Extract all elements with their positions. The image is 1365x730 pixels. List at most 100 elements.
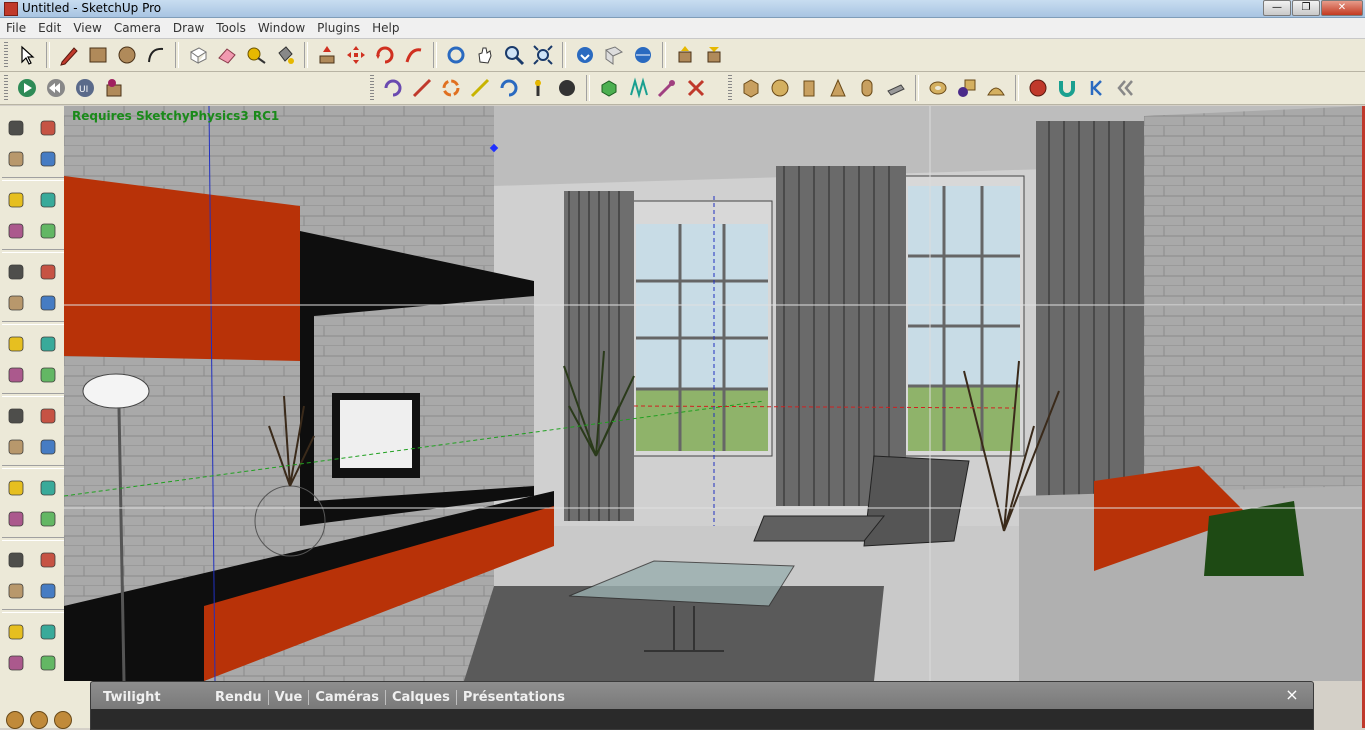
joint-connector-icon[interactable]: [101, 75, 127, 101]
ball-icon[interactable]: [554, 75, 580, 101]
rotate-icon[interactable]: [372, 42, 398, 68]
scale-icon[interactable]: [2, 361, 30, 388]
rotate-icon[interactable]: [2, 330, 30, 357]
purple-shape-icon[interactable]: [954, 75, 980, 101]
make-component-icon[interactable]: [34, 114, 62, 141]
push-pull-icon[interactable]: [314, 42, 340, 68]
pencil-icon[interactable]: [56, 42, 82, 68]
offset-icon[interactable]: [34, 361, 62, 388]
protractor-icon[interactable]: [2, 433, 30, 460]
eraser-icon[interactable]: [34, 145, 62, 172]
polygon-icon[interactable]: [2, 258, 30, 285]
3d-text-icon[interactable]: [34, 474, 62, 501]
wedge-icon[interactable]: [883, 75, 909, 101]
zoom-extents-icon[interactable]: [530, 42, 556, 68]
menu-tools[interactable]: Tools: [210, 21, 252, 35]
toolbar-grip[interactable]: [370, 75, 374, 101]
pin-icon[interactable]: [525, 75, 551, 101]
minimize-button[interactable]: —: [1263, 0, 1291, 16]
toolbar-grip[interactable]: [728, 75, 732, 101]
spring-icon[interactable]: [625, 75, 651, 101]
share-model-icon[interactable]: [601, 42, 627, 68]
pan-icon[interactable]: [34, 505, 62, 532]
toolbar-grip[interactable]: [4, 42, 8, 68]
zoom-icon[interactable]: [2, 546, 30, 573]
torus-icon[interactable]: [925, 75, 951, 101]
menu-file[interactable]: File: [0, 21, 32, 35]
capsule-icon[interactable]: [854, 75, 880, 101]
pencil-icon[interactable]: [34, 186, 62, 213]
double-back-icon[interactable]: [1112, 75, 1138, 101]
tab-vue[interactable]: Vue: [269, 689, 310, 705]
section-plane-icon[interactable]: [34, 649, 62, 676]
sphere-icon[interactable]: [767, 75, 793, 101]
close-window-button[interactable]: ✕: [1321, 0, 1363, 16]
select-icon[interactable]: [2, 114, 30, 141]
cross-icon[interactable]: [683, 75, 709, 101]
push-pull-icon[interactable]: [34, 289, 62, 316]
rewind-icon[interactable]: [43, 75, 69, 101]
tab-presentations[interactable]: Présentations: [457, 690, 571, 705]
menu-window[interactable]: Window: [252, 21, 311, 35]
move-icon[interactable]: [2, 289, 30, 316]
modeling-viewport[interactable]: Requires SketchyPhysics3 RC1: [64, 106, 1362, 681]
line-joint-icon[interactable]: [409, 75, 435, 101]
play-physics-icon[interactable]: [14, 75, 40, 101]
servo-icon[interactable]: [438, 75, 464, 101]
dome-icon[interactable]: [983, 75, 1009, 101]
share-component-icon[interactable]: [701, 42, 727, 68]
record-icon[interactable]: [1025, 75, 1051, 101]
tab-rendu[interactable]: Rendu: [209, 689, 269, 705]
user-icon[interactable]: [54, 711, 72, 729]
circle-icon[interactable]: [2, 217, 30, 244]
cube-icon[interactable]: [738, 75, 764, 101]
make-component-icon[interactable]: [185, 42, 211, 68]
arc-icon[interactable]: [143, 42, 169, 68]
step-back-icon[interactable]: [1083, 75, 1109, 101]
get-component-icon[interactable]: [672, 42, 698, 68]
cone-icon[interactable]: [825, 75, 851, 101]
zoom-icon[interactable]: [501, 42, 527, 68]
zoom-window-icon[interactable]: [34, 546, 62, 573]
tape-measure-icon[interactable]: [243, 42, 269, 68]
menu-camera[interactable]: Camera: [108, 21, 167, 35]
sketchup-app-icon[interactable]: [4, 2, 18, 16]
get-models-icon[interactable]: [572, 42, 598, 68]
look-around-icon[interactable]: [34, 618, 62, 645]
cylinder-icon[interactable]: [796, 75, 822, 101]
walk-icon[interactable]: [2, 649, 30, 676]
geo-location-icon[interactable]: [6, 711, 24, 729]
orbit-icon[interactable]: [443, 42, 469, 68]
zoom-extents-icon[interactable]: [34, 577, 62, 604]
rectangle-icon[interactable]: [85, 42, 111, 68]
rotate-orange-icon[interactable]: [380, 75, 406, 101]
tab-cameras[interactable]: Caméras: [309, 689, 386, 705]
text-icon[interactable]: [34, 433, 62, 460]
credits-icon[interactable]: [30, 711, 48, 729]
menu-plugins[interactable]: Plugins: [311, 21, 366, 35]
previous-view-icon[interactable]: [2, 577, 30, 604]
circle-icon[interactable]: [114, 42, 140, 68]
tab-calques[interactable]: Calques: [386, 689, 457, 705]
maximize-button[interactable]: ❐: [1292, 0, 1320, 16]
rectangle-icon[interactable]: [2, 186, 30, 213]
close-icon[interactable]: ×: [1283, 686, 1301, 704]
axes-icon[interactable]: [2, 474, 30, 501]
piston-icon[interactable]: [654, 75, 680, 101]
position-camera-icon[interactable]: [2, 618, 30, 645]
paint-bucket-icon[interactable]: [272, 42, 298, 68]
google-earth-icon[interactable]: [630, 42, 656, 68]
toolbar-grip[interactable]: [4, 75, 8, 101]
green-box-icon[interactable]: [596, 75, 622, 101]
paint-bucket-icon[interactable]: [2, 145, 30, 172]
tape-measure-icon[interactable]: [2, 402, 30, 429]
follow-me-icon[interactable]: [401, 42, 427, 68]
menu-draw[interactable]: Draw: [167, 21, 210, 35]
eraser-icon[interactable]: [214, 42, 240, 68]
dimension-icon[interactable]: [34, 402, 62, 429]
physics-ui-icon[interactable]: UI: [72, 75, 98, 101]
pan-icon[interactable]: [472, 42, 498, 68]
select-icon[interactable]: [14, 42, 40, 68]
move-icon[interactable]: [343, 42, 369, 68]
menu-help[interactable]: Help: [366, 21, 405, 35]
